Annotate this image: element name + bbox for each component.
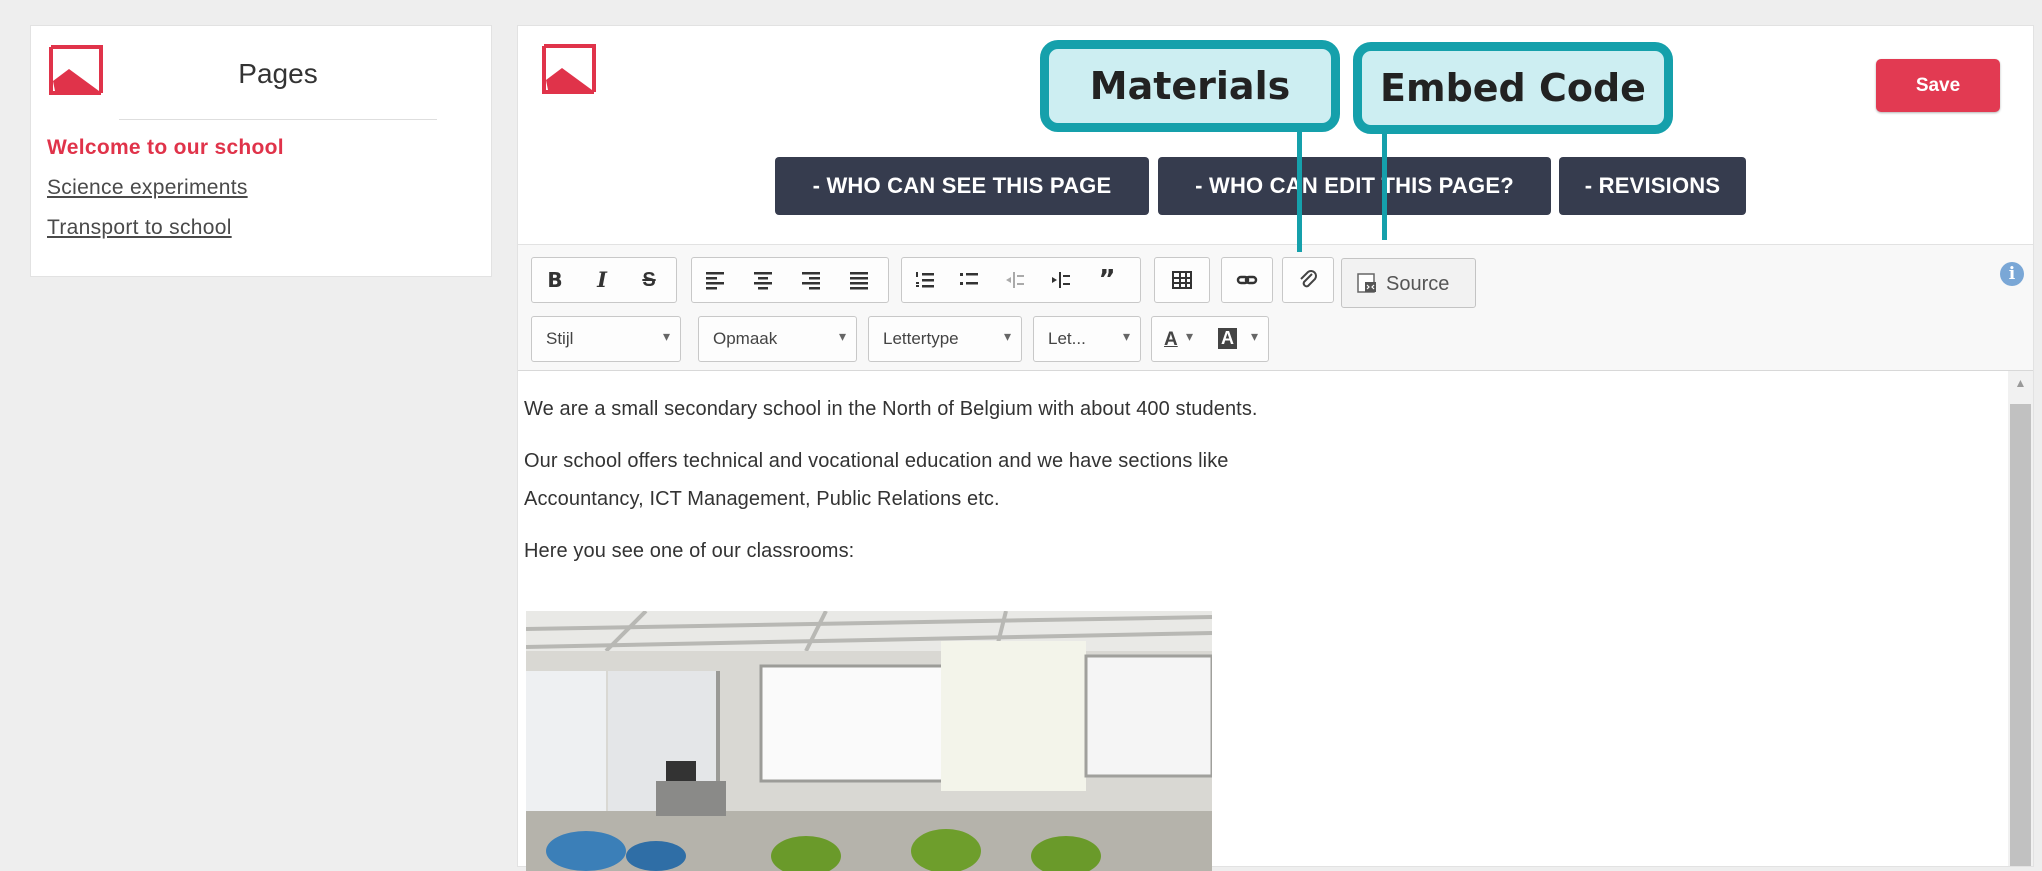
background-color-button[interactable]: A (1218, 328, 1237, 349)
materials-callout: Materials (1040, 40, 1340, 132)
page-editor-panel: Save - WHO CAN SEE THIS PAGE - WHO CAN E… (517, 25, 2034, 871)
link-group (1221, 257, 1273, 303)
font-size-dropdown-label: Let... (1048, 329, 1086, 348)
content-paragraph: Accountancy, ICT Management, Public Rela… (524, 488, 1000, 510)
style-dropdown-label: Stijl (546, 329, 574, 348)
italic-button[interactable]: I (585, 264, 619, 296)
strikethrough-button[interactable]: S (632, 264, 666, 296)
style-dropdown[interactable]: Stijl ▾ (531, 316, 681, 362)
brand-logo (47, 41, 105, 99)
dropdown-arrow-icon: ▾ (1186, 328, 1194, 344)
alignment-group (691, 257, 889, 303)
materials-callout-pointer (1297, 132, 1302, 252)
basic-styles-group: B I S (531, 257, 677, 303)
font-size-dropdown[interactable]: Let... ▾ (1033, 316, 1141, 362)
content-paragraph: We are a small secondary school in the N… (524, 398, 1258, 420)
table-group (1154, 257, 1210, 303)
content-scrollbar[interactable]: ▲ (2008, 371, 2033, 866)
font-dropdown[interactable]: Lettertype ▾ (868, 316, 1022, 362)
source-button[interactable]: Source (1341, 258, 1476, 308)
info-icon[interactable]: i (2000, 262, 2024, 286)
align-center-icon[interactable] (746, 264, 780, 296)
source-icon (1357, 273, 1376, 293)
text-color-button[interactable]: A (1164, 329, 1178, 351)
dropdown-arrow-icon: ▾ (1003, 328, 1011, 344)
page-link-science[interactable]: Science experiments (47, 176, 248, 200)
save-button[interactable]: Save (1876, 59, 2000, 112)
pages-title: Pages (119, 54, 437, 120)
blockquote-icon[interactable]: ” (1090, 264, 1124, 296)
content-paragraph: Our school offers technical and vocation… (524, 450, 1229, 472)
editor-toolbar: B I S ” Source Stijl ▾ Opmaak ▾ Letterty… (518, 245, 2033, 371)
increase-indent-icon[interactable] (1044, 264, 1078, 296)
bold-button[interactable]: B (538, 264, 572, 296)
who-can-edit-button[interactable]: - WHO CAN EDIT THIS PAGE? (1158, 157, 1551, 215)
classroom-photo[interactable] (526, 611, 1212, 871)
format-dropdown[interactable]: Opmaak ▾ (698, 316, 857, 362)
content-paragraph: Here you see one of our classrooms: (524, 540, 855, 562)
editor-content[interactable]: We are a small secondary school in the N… (518, 371, 2008, 871)
embed-code-callout: Embed Code (1353, 42, 1673, 134)
pages-sidebar: Pages Welcome to our school Science expe… (30, 25, 492, 277)
brand-logo (540, 40, 598, 98)
table-icon[interactable] (1165, 264, 1199, 296)
embed-code-callout-pointer (1382, 132, 1387, 240)
page-link-welcome[interactable]: Welcome to our school (47, 136, 284, 160)
dropdown-arrow-icon: ▾ (1250, 328, 1258, 344)
scroll-up-icon[interactable]: ▲ (2008, 371, 2033, 395)
who-can-see-button[interactable]: - WHO CAN SEE THIS PAGE (775, 157, 1149, 215)
page-link-transport[interactable]: Transport to school (47, 216, 232, 240)
revisions-button[interactable]: - REVISIONS (1559, 157, 1746, 215)
scroll-thumb[interactable] (2010, 404, 2031, 866)
align-right-icon[interactable] (794, 264, 828, 296)
dropdown-arrow-icon: ▾ (662, 328, 670, 344)
source-label: Source (1386, 273, 1450, 295)
color-group: A ▾ A ▾ (1151, 316, 1269, 362)
numbered-list-icon[interactable] (908, 264, 942, 296)
decrease-indent-icon[interactable] (998, 264, 1032, 296)
materials-group (1282, 257, 1334, 303)
link-icon[interactable] (1230, 264, 1264, 296)
dropdown-arrow-icon: ▾ (838, 328, 846, 344)
font-dropdown-label: Lettertype (883, 329, 959, 348)
align-justify-icon[interactable] (842, 264, 876, 296)
bulleted-list-icon[interactable] (952, 264, 986, 296)
format-dropdown-label: Opmaak (713, 329, 778, 348)
dropdown-arrow-icon: ▾ (1122, 328, 1130, 344)
align-left-icon[interactable] (698, 264, 732, 296)
list-group: ” (901, 257, 1141, 303)
paperclip-icon[interactable] (1291, 264, 1325, 296)
